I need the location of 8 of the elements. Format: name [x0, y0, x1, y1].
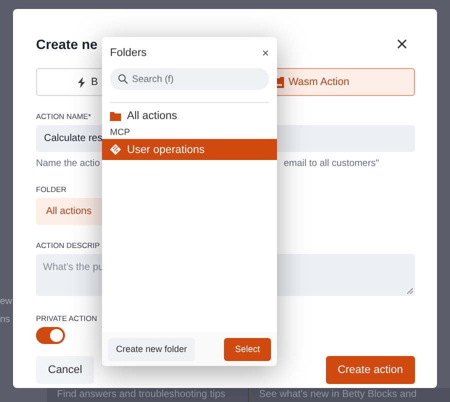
help-text: email to all customers" [284, 158, 379, 169]
background-text: Find answers and troubleshooting tips [56, 388, 226, 402]
help-text: Name the actio [36, 158, 100, 169]
dialog-title: Create ne [36, 36, 98, 52]
picker-title: Folders [110, 47, 147, 59]
background-text: ew [0, 296, 12, 307]
group-heading: MCP [109, 126, 131, 139]
background-text: ns [0, 314, 10, 325]
